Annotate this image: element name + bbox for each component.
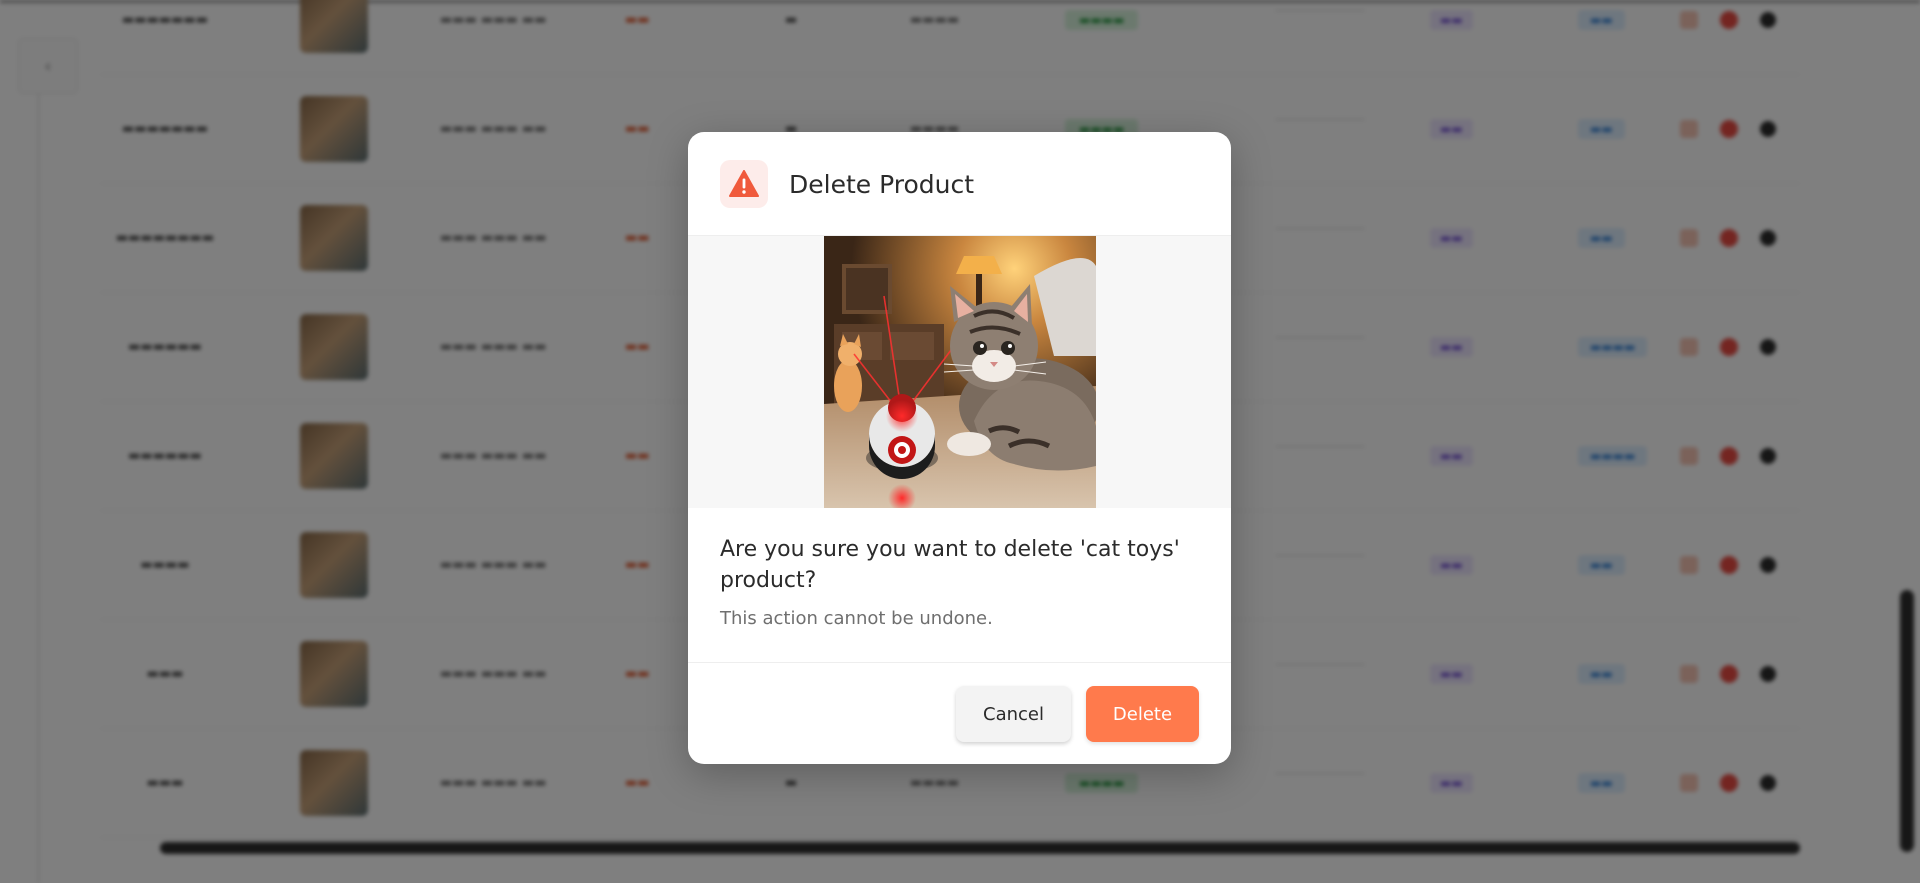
cancel-button[interactable]: Cancel <box>956 686 1071 742</box>
confirm-question: Are you sure you want to delete 'cat toy… <box>720 537 1180 593</box>
product-image <box>824 236 1096 508</box>
warning-badge <box>720 160 768 208</box>
dialog-header: Delete Product <box>688 132 1231 236</box>
warning-icon <box>729 170 759 197</box>
dialog-title: Delete Product <box>789 170 975 199</box>
dialog-footer: Cancel Delete <box>688 662 1231 764</box>
delete-button[interactable]: Delete <box>1086 686 1199 742</box>
confirm-note: This action cannot be undone. <box>720 608 993 629</box>
product-image-area <box>688 236 1231 508</box>
delete-product-dialog: Delete Product Are you sure you want to … <box>688 132 1231 764</box>
